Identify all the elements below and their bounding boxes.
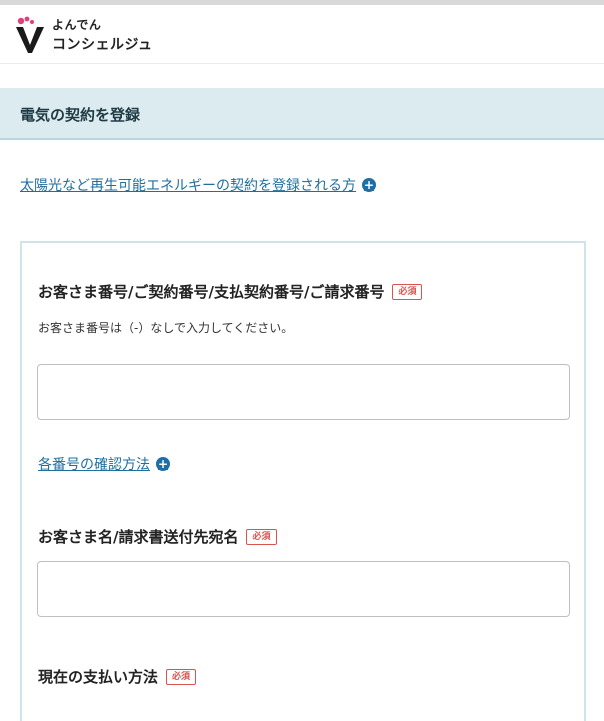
number-check-link-label: 各番号の確認方法 — [38, 457, 150, 473]
customer-number-label-text: お客さま番号/ご契約番号/支払契約番号/ご請求番号 — [38, 283, 385, 301]
customer-name-input[interactable] — [37, 561, 570, 617]
section-header: 電気の契約を登録 — [0, 88, 604, 140]
customer-name-label: お客さま名/請求書送付先宛名 必須 — [38, 526, 277, 547]
customer-number-hint: お客さま番号は（-）なしで入力してください。 — [38, 321, 294, 335]
payment-method-label: 現在の支払い方法 必須 — [38, 666, 197, 687]
plus-circle-icon: + — [362, 178, 376, 192]
payment-method-label-text: 現在の支払い方法 — [38, 668, 159, 686]
required-badge: 必須 — [392, 283, 423, 300]
customer-number-input[interactable] — [37, 364, 570, 420]
renewable-energy-link-label: 太陽光など再生可能エネルギーの契約を登録される方 — [20, 178, 356, 194]
plus-circle-icon: + — [156, 457, 170, 471]
customer-name-label-text: お客さま名/請求書送付先宛名 — [38, 528, 239, 546]
required-badge: 必須 — [246, 528, 277, 545]
app-header: よんでん コンシェルジュ — [0, 5, 604, 64]
truncated-text-row — [38, 696, 558, 702]
logo-text-top: よんでん — [52, 18, 102, 32]
customer-number-label: お客さま番号/ご契約番号/支払契約番号/ご請求番号 必須 — [38, 281, 423, 302]
logo[interactable]: よんでん コンシェルジュ — [12, 13, 172, 57]
yonden-logo-icon — [16, 16, 44, 53]
logo-text-bottom: コンシェルジュ — [52, 37, 153, 53]
registration-form: お客さま番号/ご契約番号/支払契約番号/ご請求番号 必須 お客さま番号は（-）な… — [20, 241, 586, 721]
renewable-energy-link[interactable]: 太陽光など再生可能エネルギーの契約を登録される方 + — [20, 175, 376, 195]
required-badge: 必須 — [166, 668, 197, 685]
section-title: 電気の契約を登録 — [20, 106, 141, 124]
number-check-link[interactable]: 各番号の確認方法 + — [38, 454, 170, 474]
